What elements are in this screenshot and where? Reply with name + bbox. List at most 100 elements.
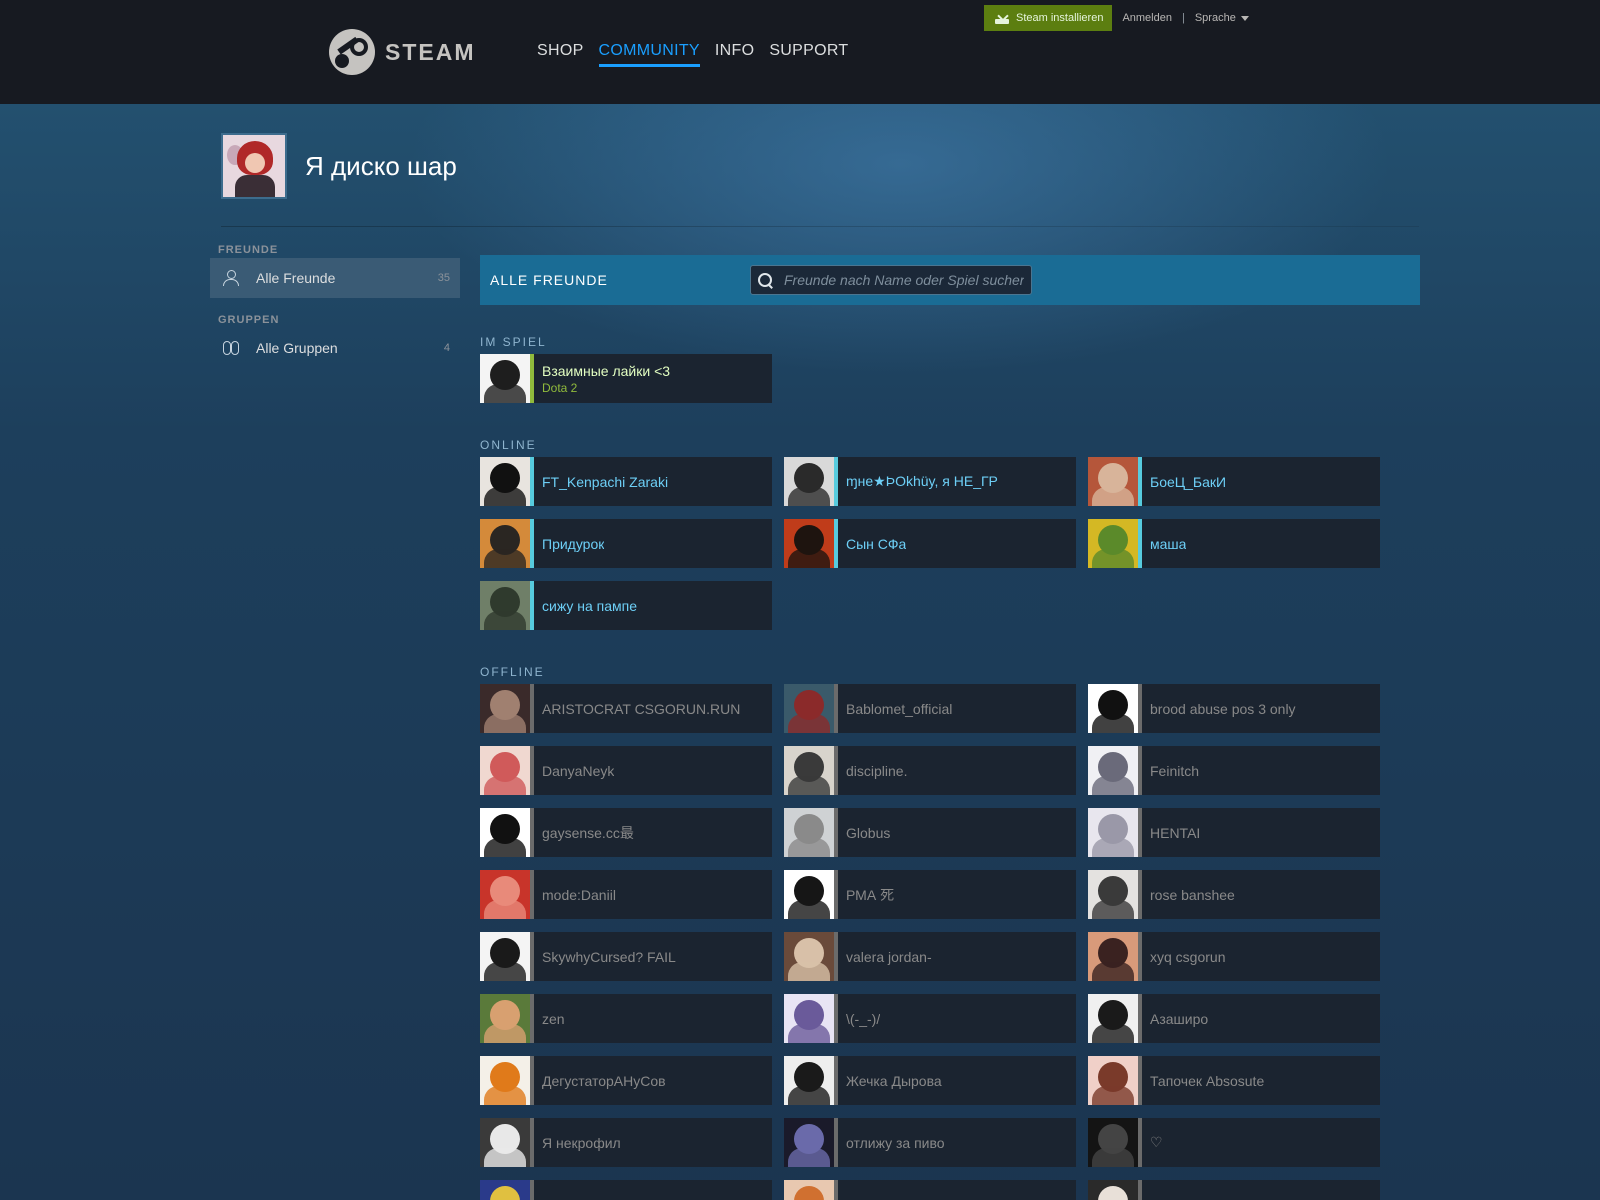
- search-input[interactable]: [784, 272, 1024, 288]
- status-indicator: [834, 684, 838, 733]
- friend-tile[interactable]: БоеЦ_БакИ: [1088, 457, 1380, 506]
- profile-avatar[interactable]: [221, 133, 287, 199]
- friend-tile[interactable]: [784, 1180, 1076, 1200]
- friend-tile[interactable]: xyq csgorun: [1088, 932, 1380, 981]
- friend-avatar: [784, 746, 834, 795]
- friend-name: discipline.: [846, 762, 908, 779]
- friend-avatar: [480, 1056, 530, 1105]
- status-indicator: [834, 808, 838, 857]
- status-indicator: [834, 519, 838, 568]
- friend-tile[interactable]: HENTAI: [1088, 808, 1380, 857]
- status-indicator: [1138, 1118, 1142, 1167]
- friend-tile[interactable]: Bablomet_official: [784, 684, 1076, 733]
- friend-tile[interactable]: Взаимные лайки <3 Dota 2: [480, 354, 772, 403]
- nav-community[interactable]: COMMUNITY: [598, 42, 700, 67]
- steam-logo-icon: [329, 29, 375, 75]
- friend-tile[interactable]: ɱнe★ÞOkhüy, я НЕ_ГР: [784, 457, 1076, 506]
- friend-name: Тапочек Absosute: [1150, 1072, 1265, 1089]
- groups-count: 4: [443, 342, 450, 354]
- friend-name: Globus: [846, 824, 891, 841]
- friend-avatar: [784, 519, 834, 568]
- friend-avatar: [480, 932, 530, 981]
- friend-name: Bablomet_official: [846, 700, 953, 717]
- friend-info: mode:Daniil: [542, 887, 616, 903]
- friend-avatar: [480, 519, 530, 568]
- friend-tile[interactable]: маша: [1088, 519, 1380, 568]
- friend-avatar: [1088, 519, 1138, 568]
- nav-info[interactable]: INFO: [715, 42, 754, 67]
- friend-tile[interactable]: gaysense.cc最: [480, 808, 772, 857]
- friend-info: Я некрофил: [542, 1135, 621, 1151]
- steam-logo[interactable]: STEAM: [329, 29, 476, 75]
- profile-name[interactable]: Я диско шар: [305, 151, 457, 182]
- friend-tile[interactable]: сижу на пампе: [480, 581, 772, 630]
- friend-avatar: [480, 457, 530, 506]
- nav-shop[interactable]: SHOP: [537, 42, 584, 67]
- friend-tile[interactable]: mode:Daniil: [480, 870, 772, 919]
- friend-avatar: [1088, 932, 1138, 981]
- friend-tile[interactable]: [480, 1180, 772, 1200]
- friend-avatar: [784, 808, 834, 857]
- friend-tile[interactable]: Жечка Дырова: [784, 1056, 1076, 1105]
- friend-tile[interactable]: ♡: [1088, 1118, 1380, 1167]
- friend-tile[interactable]: Globus: [784, 808, 1076, 857]
- sidebar-item-all-groups[interactable]: Alle Gruppen 4: [210, 328, 460, 368]
- friend-info: Feinitch: [1150, 763, 1199, 779]
- section-title-ingame: IM SPIEL: [480, 335, 547, 349]
- status-indicator: [530, 519, 534, 568]
- friend-info: Globus: [846, 825, 890, 841]
- friend-info: РМА 死: [846, 885, 894, 905]
- friend-info: Азаширо: [1150, 1011, 1208, 1027]
- friend-tile[interactable]: brood abuse pos 3 only: [1088, 684, 1380, 733]
- status-indicator: [530, 994, 534, 1043]
- friend-tile[interactable]: SkywhyCursed? FAIL: [480, 932, 772, 981]
- status-indicator: [1138, 808, 1142, 857]
- friend-info: rose banshee: [1150, 887, 1235, 903]
- sidebar-item-all-friends[interactable]: Alle Freunde 35: [210, 258, 460, 298]
- status-indicator: [530, 1118, 534, 1167]
- friend-name: brood abuse pos 3 only: [1150, 700, 1296, 717]
- friend-info: Жечка Дырова: [846, 1073, 942, 1089]
- status-indicator: [530, 870, 534, 919]
- friend-name: ARISTOCRAT CSGORUN.RUN: [542, 700, 741, 717]
- friend-tile[interactable]: [1088, 1180, 1380, 1200]
- friend-tile[interactable]: FT_Kenpachi Zaraki: [480, 457, 772, 506]
- nav-support[interactable]: SUPPORT: [769, 42, 848, 67]
- search-icon: [757, 272, 774, 289]
- friend-tile[interactable]: zen: [480, 994, 772, 1043]
- friend-tile[interactable]: Придурок: [480, 519, 772, 568]
- status-indicator: [530, 1180, 534, 1200]
- friend-tile[interactable]: DanyaNeyk: [480, 746, 772, 795]
- language-dropdown[interactable]: Sprache: [1195, 12, 1249, 24]
- friend-name: ДегустаторАНуСов: [542, 1072, 666, 1089]
- friend-search[interactable]: [750, 265, 1032, 295]
- status-indicator: [834, 457, 838, 506]
- status-indicator: [834, 994, 838, 1043]
- status-indicator: [834, 1180, 838, 1200]
- friend-tile[interactable]: rose banshee: [1088, 870, 1380, 919]
- friend-tile[interactable]: Я некрофил: [480, 1118, 772, 1167]
- friend-tile[interactable]: discipline.: [784, 746, 1076, 795]
- friend-avatar: [480, 870, 530, 919]
- friend-tile[interactable]: отлижу за пиво: [784, 1118, 1076, 1167]
- friend-info: отлижу за пиво: [846, 1135, 945, 1151]
- install-steam-button[interactable]: Steam installieren: [984, 5, 1113, 31]
- login-link[interactable]: Anmelden: [1122, 12, 1172, 24]
- friend-tile[interactable]: \(-_-)/: [784, 994, 1076, 1043]
- friend-tile[interactable]: Сын СФа: [784, 519, 1076, 568]
- status-indicator: [530, 684, 534, 733]
- friend-info: сижу на пампе: [542, 598, 637, 614]
- friend-tile[interactable]: РМА 死: [784, 870, 1076, 919]
- chevron-down-icon: [1240, 15, 1249, 21]
- friend-tile[interactable]: Feinitch: [1088, 746, 1380, 795]
- friend-tile[interactable]: ARISTOCRAT CSGORUN.RUN: [480, 684, 772, 733]
- friend-tile[interactable]: ДегустаторАНуСов: [480, 1056, 772, 1105]
- friend-tile[interactable]: Азаширо: [1088, 994, 1380, 1043]
- friend-info: Bablomet_official: [846, 701, 952, 717]
- friend-tile[interactable]: Тапочек Absosute: [1088, 1056, 1380, 1105]
- friend-avatar: [1088, 870, 1138, 919]
- friend-tile[interactable]: valera jordan-: [784, 932, 1076, 981]
- friend-avatar: [480, 1180, 530, 1200]
- friend-name: HENTAI: [1150, 824, 1201, 841]
- status-indicator: [1138, 1056, 1142, 1105]
